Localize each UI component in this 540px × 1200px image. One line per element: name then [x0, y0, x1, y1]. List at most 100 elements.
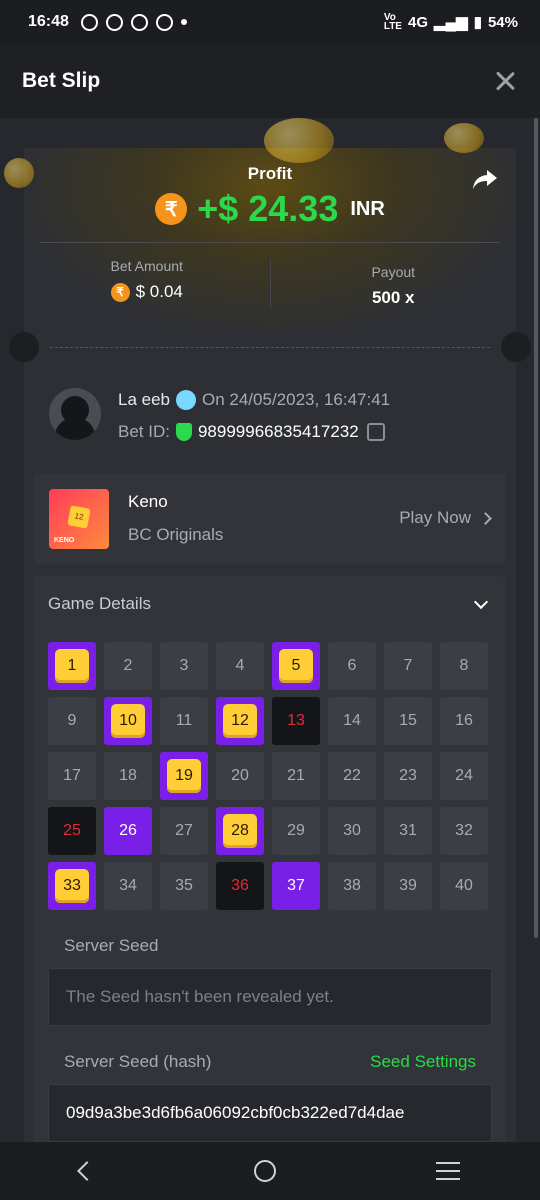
snapchat-icon [105, 13, 123, 31]
bet-amount-value-row: ₹ $ 0.04 [24, 282, 270, 302]
notification-icons [80, 13, 187, 31]
bet-date: On 24/05/2023, 16:47:41 [202, 390, 391, 409]
keno-cell: 39 [384, 862, 432, 910]
user-info: La eeb On 24/05/2023, 16:47:41 Bet ID: 9… [24, 362, 516, 474]
keno-grid: 1 2 3 4 5 6 7 8 9 10 11 12 13 14 15 16 17 18 19 20 21 22 23 24 2… [34, 632, 506, 910]
keno-cell: 27 [160, 807, 208, 855]
server-hash-value: 09d9a3be3d6fb6a06092cbf0cb322ed7d4dae [66, 1103, 405, 1122]
rupee-coin-icon: ₹ [155, 193, 188, 225]
bet-amount-label: Bet Amount [110, 258, 183, 274]
more-notifications-icon [180, 19, 187, 25]
user-line: La eeb On 24/05/2023, 16:47:41 [118, 390, 390, 410]
keno-cell: 6 [328, 642, 376, 690]
game-name: Keno [128, 492, 168, 511]
keno-cell: 30 [328, 807, 376, 855]
keno-cell: 40 [440, 862, 488, 910]
user-name[interactable]: La eeb [118, 390, 170, 410]
server-hash-label-row: Server Seed (hash) Seed Settings [34, 1026, 506, 1072]
home-icon[interactable] [254, 1160, 276, 1182]
keno-cell: 20 [216, 752, 264, 800]
keno-cell: 35 [160, 862, 208, 910]
ticket-notch [9, 332, 39, 362]
discord-icon [130, 13, 148, 31]
keno-cell: 19 [160, 752, 208, 800]
game-details-header[interactable]: Game Details [34, 576, 506, 632]
bet-slip-content[interactable]: Profit ₹ +$ 24.33 INR Bet Amount ₹ $ 0.0… [0, 118, 540, 1142]
keno-gem: 5 [279, 649, 313, 683]
profit-section: Profit ₹ +$ 24.33 INR Bet Amount ₹ $ 0.0… [4, 118, 516, 332]
keno-cell: 23 [384, 752, 432, 800]
keno-cell: 17 [48, 752, 96, 800]
share-icon[interactable] [472, 168, 498, 190]
signal-icon: ▂▄▆ [434, 14, 468, 31]
keno-cell: 22 [328, 752, 376, 800]
bet-stats: Bet Amount ₹ $ 0.04 Payout 500 x [24, 258, 516, 308]
rupee-coin-icon: ₹ [110, 282, 130, 302]
server-hash-field[interactable]: 09d9a3be3d6fb6a06092cbf0cb322ed7d4dae [48, 1084, 492, 1142]
keno-cell: 10 [104, 697, 152, 745]
recent-apps-icon[interactable] [436, 1162, 460, 1180]
close-icon[interactable] [492, 68, 518, 94]
server-seed-label: Server Seed [64, 936, 159, 955]
seed-settings-link[interactable]: Seed Settings [370, 1052, 476, 1072]
keno-cell: 36 [216, 862, 264, 910]
keno-cell: 8 [440, 642, 488, 690]
ticket-notch [501, 332, 531, 362]
coin-decoration [264, 118, 334, 163]
keno-cell: 15 [384, 697, 432, 745]
dashed-line [50, 347, 490, 348]
payout: Payout 500 x [271, 258, 517, 308]
keno-cell: 28 [216, 807, 264, 855]
game-details: Game Details 1 2 3 4 5 6 7 8 9 10 11 12 13 14 15 16 17 18… [34, 576, 506, 1142]
keno-cell: 2 [104, 642, 152, 690]
avatar[interactable] [49, 388, 101, 440]
keno-cell: 13 [272, 697, 320, 745]
keno-cell: 24 [440, 752, 488, 800]
play-now-button[interactable]: Play Now [399, 508, 492, 528]
thumb-number: 12 [67, 505, 91, 529]
keno-cell: 33 [48, 862, 96, 910]
keno-cell: 38 [328, 862, 376, 910]
keno-gem: 12 [223, 704, 257, 738]
bet-slip-header: Bet Slip [0, 44, 540, 118]
keno-cell: 18 [104, 752, 152, 800]
keno-cell: 1 [48, 642, 96, 690]
keno-cell: 14 [328, 697, 376, 745]
profit-label: Profit [247, 164, 293, 183]
keno-gem: 1 [55, 649, 89, 683]
bet-amount-value: $ 0.04 [135, 282, 183, 301]
keno-cell: 34 [104, 862, 152, 910]
keno-cell: 9 [48, 697, 96, 745]
divider [40, 242, 500, 243]
back-icon[interactable] [77, 1161, 97, 1181]
profit-currency: INR [350, 197, 385, 220]
keno-cell: 11 [160, 697, 208, 745]
profit-row: ₹ +$ 24.33 INR [24, 188, 516, 230]
keno-cell: 3 [160, 642, 208, 690]
keno-gem: 33 [55, 869, 89, 903]
network-label: 4G [407, 13, 428, 31]
keno-cell: 16 [440, 697, 488, 745]
system-status: Vo LTE 4G ▂▄▆ ▮ 54% [384, 13, 518, 32]
scrollbar[interactable] [534, 118, 538, 938]
keno-cell: 25 [48, 807, 96, 855]
ticket-divider [9, 332, 531, 362]
server-seed-field[interactable]: The Seed hasn't been revealed yet. [48, 968, 492, 1026]
chevron-down-icon[interactable] [473, 594, 489, 610]
verified-shield-icon [175, 423, 192, 441]
game-row[interactable]: 12 KENO Keno BC Originals Play Now [34, 474, 506, 564]
keno-gem: 19 [167, 759, 201, 793]
copy-icon[interactable] [366, 423, 385, 441]
battery-icon: ▮ [473, 14, 482, 31]
payout-value: 500 x [371, 288, 415, 307]
server-hash-label: Server Seed (hash) [64, 1052, 212, 1071]
keno-cell: 37 [272, 862, 320, 910]
keno-thumbnail: 12 KENO [49, 489, 109, 549]
bet-id-value: 98999966835417232 [197, 422, 359, 441]
vip-badge-icon [176, 390, 196, 410]
game-provider: BC Originals [128, 525, 224, 544]
chevron-right-icon [479, 511, 492, 525]
status-bar: 16:48 Vo LTE 4G ▂▄▆ ▮ 54% [0, 0, 540, 44]
bet-amount: Bet Amount ₹ $ 0.04 [24, 258, 270, 308]
keno-cell: 12 [216, 697, 264, 745]
